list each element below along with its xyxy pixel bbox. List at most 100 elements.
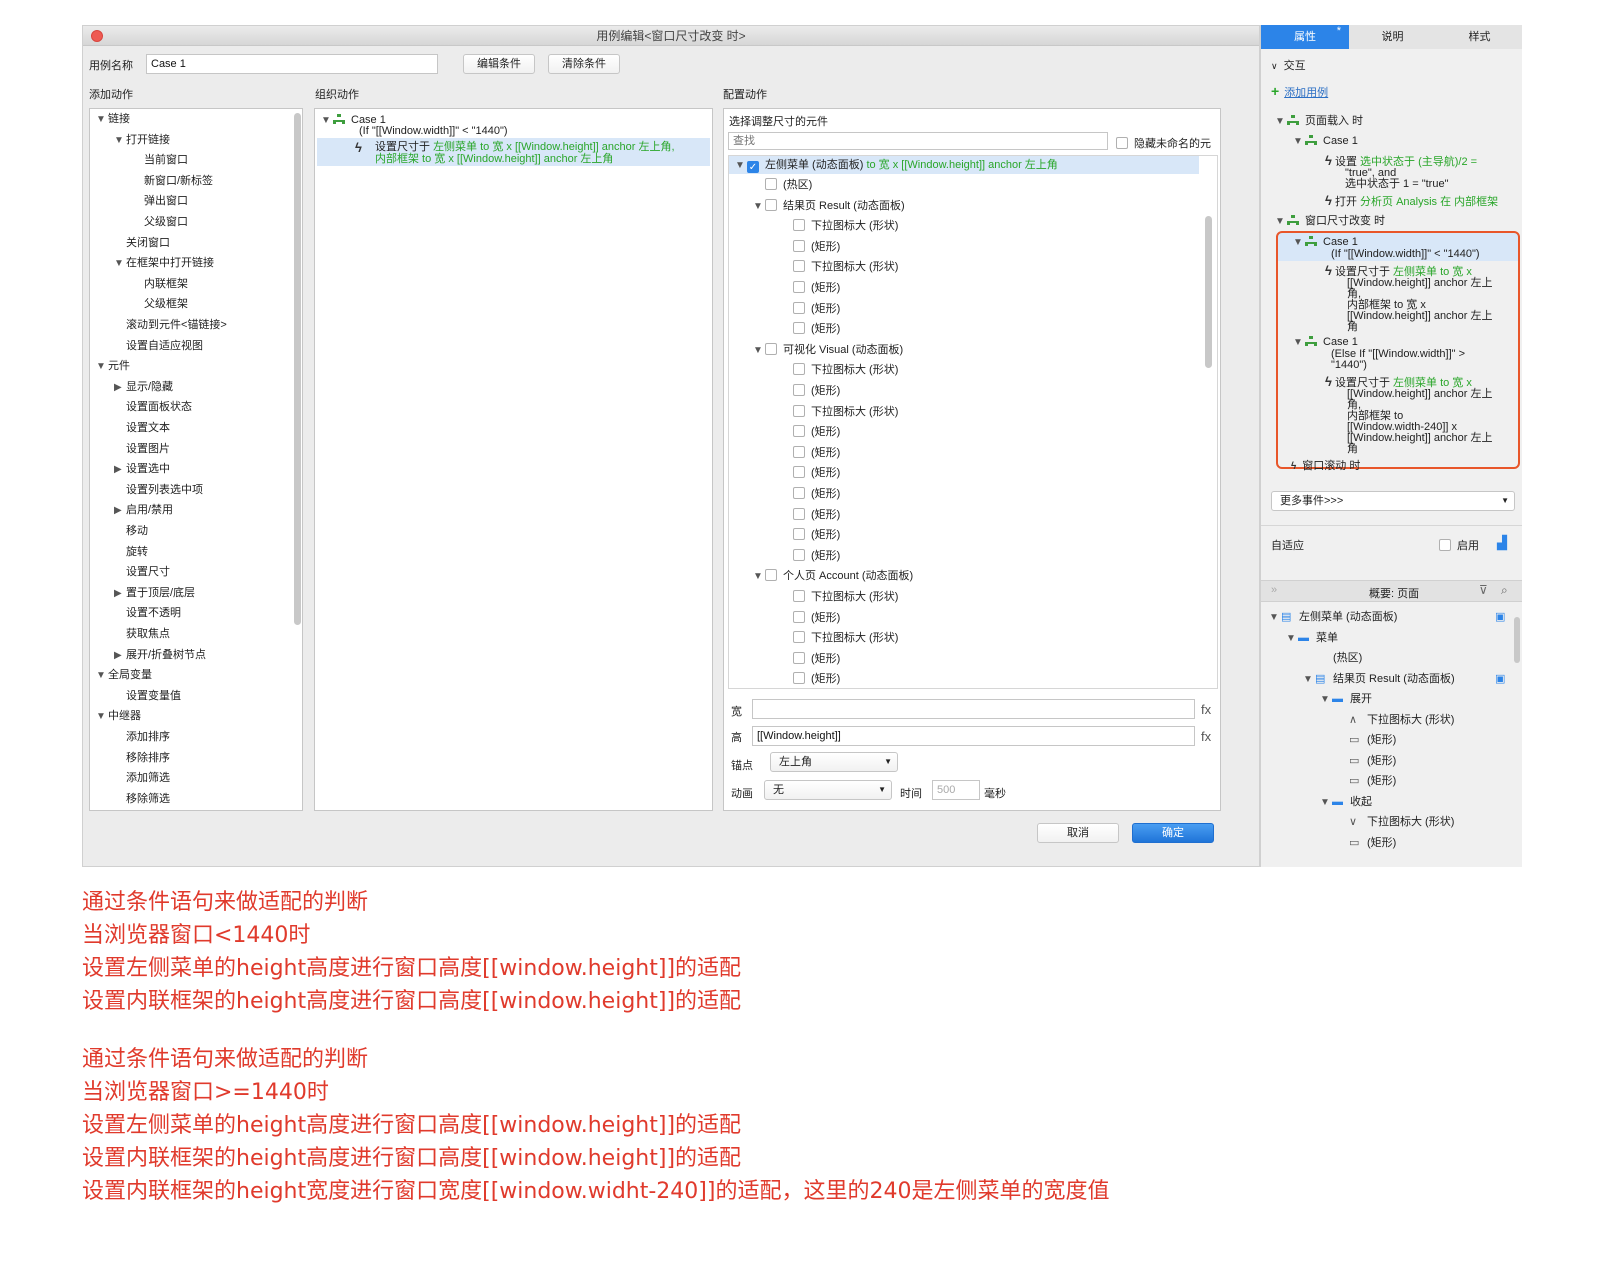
outline-item[interactable]: (热区) (1303, 652, 1362, 664)
checkbox-icon[interactable] (793, 281, 805, 293)
checkbox-icon[interactable] (793, 548, 805, 561)
action-tree-item[interactable]: 设置变量值 (114, 689, 181, 703)
checkbox-icon[interactable] (793, 239, 805, 252)
widget-tree-item[interactable]: (矩形) (781, 445, 840, 460)
search-icon[interactable]: ⌕ (1501, 583, 1508, 598)
widget-tree-row-selected[interactable]: ▼ ✓ 左侧菜单 (动态面板) to 宽 x [[Window.height]] a… (729, 156, 1199, 174)
expand-triangle-icon[interactable]: ▼ (753, 344, 765, 358)
organize-action-row[interactable]: ϟ 设置尺寸于 左侧菜单 to 宽 x [[Window.height]] an… (317, 138, 710, 166)
clear-condition-button[interactable]: 清除条件 (548, 54, 620, 74)
outline-item[interactable]: ▼ ▤ 左侧菜单 (动态面板) (1269, 611, 1397, 624)
action-tree-item[interactable]: 滚动到元件<锚链接> (114, 318, 227, 332)
expand-triangle-icon[interactable]: ▼ (96, 360, 108, 374)
checkbox-icon[interactable] (765, 198, 777, 211)
action-tree-item[interactable]: ▼ 打开链接 (114, 133, 170, 148)
more-events-select[interactable]: 更多事件>>> ▼ (1271, 491, 1515, 511)
checkbox-icon[interactable] (793, 590, 805, 602)
event-window-resize[interactable]: ▼ 窗口尺寸改变 时 (1275, 215, 1385, 228)
action-tree-item[interactable]: ▶ 设置选中 (114, 462, 170, 477)
checkbox-icon[interactable] (793, 507, 805, 520)
widget-tree-item[interactable]: (矩形) (781, 528, 840, 542)
action-tree-item[interactable]: 设置自适应视图 (114, 339, 203, 353)
widget-tree-item[interactable]: 下拉图标大 (形状) (781, 260, 898, 274)
outline-scrollbar[interactable] (1514, 617, 1520, 663)
expand-triangle-icon[interactable]: ▼ (753, 570, 765, 584)
widget-tree-item[interactable]: ▼ 个人页 Account (动态面板) (753, 569, 913, 584)
checkbox-icon[interactable] (765, 569, 777, 582)
expand-triangle-icon[interactable]: ▼ (96, 113, 108, 127)
interaction-section[interactable]: ∨ 交互 (1271, 60, 1306, 72)
height-fx-button[interactable]: fx (1201, 729, 1211, 744)
checkbox-icon[interactable] (1439, 539, 1451, 551)
expand-triangle-icon[interactable]: ▼ (1320, 694, 1332, 706)
anchor-select[interactable]: 左上角 ▼ (770, 752, 898, 772)
expand-triangle-icon[interactable]: ▼ (1303, 674, 1315, 686)
cancel-button[interactable]: 取消 (1037, 823, 1119, 843)
action-tree-item[interactable]: ▼ 元件 (96, 359, 130, 374)
close-window-icon[interactable] (91, 30, 103, 42)
action-tree-item[interactable]: 添加排序 (114, 730, 170, 744)
action-tree-item[interactable]: 设置面板状态 (114, 400, 192, 414)
width-input[interactable] (752, 699, 1195, 719)
widget-tree-item[interactable]: (矩形) (781, 239, 840, 254)
outline-item[interactable]: ▼ ▬ 收起 (1320, 796, 1372, 809)
action-tree-item[interactable]: 当前窗口 (132, 153, 188, 167)
expand-triangle-icon[interactable]: ▼ (1275, 116, 1287, 128)
checkbox-icon[interactable] (793, 363, 805, 376)
tab-notes[interactable]: 说明 (1349, 25, 1436, 49)
action-tree-item[interactable]: ▶ 启用/禁用 (114, 503, 173, 518)
panel-marker-icon[interactable]: ▣ (1495, 673, 1505, 685)
action-tree-item[interactable]: ▼ 链接 (96, 112, 130, 127)
widget-tree-item[interactable]: (矩形) (781, 425, 840, 439)
expand-triangle-icon[interactable]: ▶ (114, 649, 126, 663)
action-tree-item[interactable]: 获取焦点 (114, 627, 170, 641)
expand-triangle-icon[interactable]: ▶ (114, 504, 126, 518)
expand-triangle-icon[interactable]: ▼ (1275, 216, 1287, 228)
checkbox-icon[interactable] (793, 445, 805, 458)
widget-tree-item[interactable]: (矩形) (781, 466, 840, 480)
widget-tree-item[interactable]: ▼ 结果页 Result (动态面板) (753, 198, 905, 214)
action-tree-item[interactable]: 设置不透明 (114, 606, 181, 620)
hide-unnamed-checkbox[interactable]: 隐藏未命名的元 (1116, 135, 1211, 151)
checkbox-icon[interactable] (765, 342, 777, 355)
tab-style[interactable]: 样式 (1436, 25, 1522, 49)
expand-triangle-icon[interactable]: ▼ (1286, 633, 1298, 645)
widget-tree-item[interactable]: 下拉图标大 (形状) (781, 590, 898, 604)
widget-tree-item[interactable]: (热区) (753, 178, 812, 192)
edit-condition-button[interactable]: 编辑条件 (463, 54, 535, 74)
widget-tree-item[interactable]: (矩形) (781, 384, 840, 398)
action-tree-item[interactable]: ▶ 置于顶层/底层 (114, 586, 195, 601)
checkbox-icon[interactable] (793, 487, 805, 499)
checkbox-icon[interactable] (1116, 137, 1128, 149)
action-tree-item[interactable]: ▼ 中继器 (96, 709, 141, 724)
action-tree-item[interactable]: ▼ 全局变量 (96, 668, 152, 683)
checkbox-icon[interactable] (765, 178, 777, 190)
expand-triangle-icon[interactable]: ▼ (753, 200, 765, 214)
outline-item[interactable]: ▼ ▬ 展开 (1320, 693, 1372, 706)
checkbox-icon[interactable] (793, 528, 805, 541)
filter-icon[interactable]: ⊽ (1479, 583, 1488, 597)
action-tree-item[interactable]: 父级框架 (132, 297, 188, 311)
checkbox-icon[interactable] (793, 260, 805, 273)
outline-item[interactable]: ▭ (矩形) (1337, 775, 1396, 787)
checkbox-icon[interactable] (793, 301, 805, 314)
action-tree-item[interactable]: 内联框架 (132, 277, 188, 291)
action-tree-item[interactable]: 移动 (114, 524, 148, 538)
outline-item[interactable]: ∨ 下拉图标大 (形状) (1337, 816, 1454, 828)
action-tree-item[interactable]: 关闭窗口 (114, 236, 170, 250)
action-tree-item[interactable]: 旋转 (114, 545, 148, 559)
expand-triangle-icon[interactable]: ▼ (114, 134, 126, 148)
checkbox-icon[interactable] (793, 651, 805, 664)
animation-select[interactable]: 无 ▼ (764, 780, 892, 800)
action-tree-item[interactable]: 弹出窗口 (132, 194, 188, 208)
checkbox-icon[interactable] (793, 631, 805, 644)
expand-triangle-icon[interactable]: ▶ (114, 381, 126, 395)
page-load-case[interactable]: ▼ Case 1 (1293, 135, 1358, 148)
add-case-link[interactable]: + 添加用例 (1271, 84, 1328, 99)
checkbox-icon[interactable] (793, 219, 805, 232)
checkbox-icon[interactable] (793, 425, 805, 438)
outline-item[interactable]: ▭ (矩形) (1337, 734, 1396, 746)
collapse-icon[interactable]: » (1271, 584, 1277, 596)
actions-scrollbar[interactable] (294, 113, 301, 625)
widget-tree-item[interactable]: 下拉图标大 (形状) (781, 363, 898, 377)
